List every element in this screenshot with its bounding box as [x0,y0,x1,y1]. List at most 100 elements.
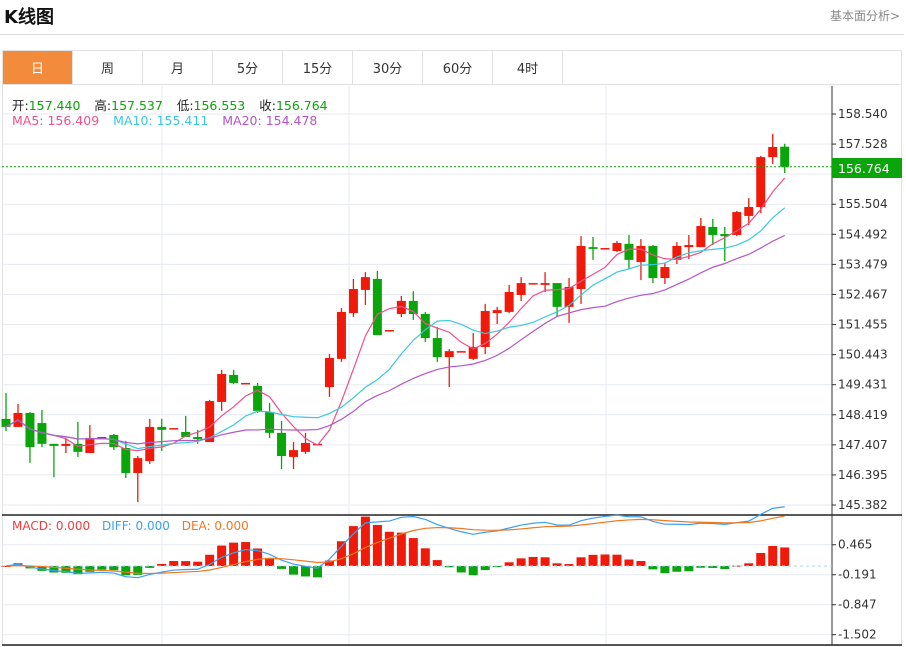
candle-body [241,382,251,385]
candle [384,330,394,332]
candle [109,434,119,451]
candle [348,278,358,317]
macd-bar [660,566,670,574]
macd-bar [648,566,658,570]
candle-body [456,351,466,353]
macd-bar [289,566,299,575]
macd-bar [540,557,550,566]
candle [576,236,586,304]
candle [336,308,346,362]
diff-value: DIFF: 0.000 [102,519,170,533]
candle-body [516,283,526,295]
low-value: 156.553 [193,98,246,113]
candle [145,418,155,465]
y-tick-label: 147.407 [838,438,888,452]
y-tick-label: 157.528 [838,137,888,151]
candle [13,404,23,427]
candle-body [636,245,646,262]
candle [408,291,418,320]
candle-body [372,278,382,336]
candle-body [348,289,358,314]
macd-tick-label: -0.847 [838,598,877,612]
macd-bar [372,524,382,566]
candle [672,242,682,265]
candle-body [432,338,442,358]
open-value: 157.440 [28,98,81,113]
candle-body [528,283,538,285]
macd-bar [684,566,694,572]
candle [372,270,382,336]
macd-bar [588,554,598,566]
candle-body [360,277,370,290]
y-tick-label: 146.395 [838,468,888,482]
candle [121,440,131,479]
dea-value: DEA: 0.000 [181,519,249,533]
y-tick-label: 145.382 [838,498,888,512]
candle-body [444,351,454,358]
candle [612,240,622,252]
macd-tick-label: 0.465 [838,538,872,552]
candle [480,303,490,355]
candle [492,306,502,325]
candle-body [696,226,706,248]
close-value: 156.764 [275,98,328,113]
candle [217,369,227,411]
candle [133,456,143,503]
candle [277,420,287,470]
candle [504,284,514,314]
y-tick-label: 148.419 [838,408,888,422]
candle-body [253,385,263,411]
macd-bar [408,538,418,566]
macd-bar [768,546,778,566]
candle [744,198,754,226]
macd-tick-label: -0.191 [838,568,877,582]
candle-body [193,437,203,440]
macd-bar [672,566,682,572]
macd-bar [181,561,191,566]
candle [324,354,334,397]
ma20-line [5,234,785,445]
candle-body [492,310,502,314]
open-label: 开: [12,98,29,113]
candle [600,248,610,250]
candle-body [756,157,766,208]
candle [540,272,550,292]
candle-body [420,313,430,339]
y-tick-label: 150.443 [838,348,888,362]
candle-body [612,242,622,251]
candle-body [648,245,658,279]
candle-body [49,443,59,446]
high-label: 高: [94,98,112,113]
candle [708,218,718,246]
candle [229,369,239,385]
candle [25,412,35,463]
macd-bar [468,566,478,576]
candle [181,415,191,438]
macd-bar [97,566,107,570]
candle-body [708,226,718,235]
macd-bar [780,547,790,566]
candle [780,143,790,174]
last-price-badge: 156.764 [832,158,902,178]
macd-bar [193,561,203,566]
macd-bar [756,552,766,566]
ohlc-readout: 开:157.440 高:157.537 低:156.553 收:156.764 [12,95,338,114]
y-tick-label: 158.540 [838,107,888,121]
candle-body [229,374,239,383]
candle [49,443,59,478]
candle [720,226,730,262]
candle [37,409,47,448]
candle-body [588,247,598,249]
macd-bar [348,526,358,566]
macd-bar [612,554,622,566]
candle-body [552,283,562,307]
candle-body [61,443,71,446]
candle [588,237,598,260]
candle-body [384,330,394,332]
y-tick-label: 154.492 [838,227,888,241]
macd-bar [109,566,119,571]
macd-bar [432,560,442,566]
candle [552,283,562,317]
candle-body [672,245,682,260]
candle-body [660,267,670,279]
